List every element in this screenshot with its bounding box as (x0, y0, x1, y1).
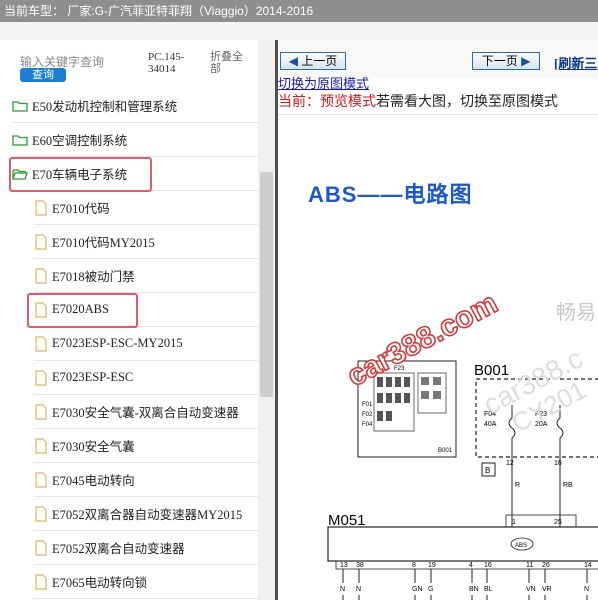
bottom-wire-0: N (340, 586, 345, 593)
refresh-link[interactable]: [刷新三 (554, 53, 597, 72)
fuse-f04-rating: 40A (484, 421, 497, 428)
highlight-box-e7020abs (27, 293, 138, 328)
diagram-preview[interactable]: ABS——电路图 F23 F01 F02 F04 B001 B001 F04 4… (278, 114, 598, 600)
search-button[interactable]: 查询 (20, 68, 66, 82)
b001-label: B001 (474, 362, 509, 379)
bottom-wire-8: N (584, 586, 589, 593)
bottom-pin-1: 38 (356, 562, 364, 569)
tree-folder-label: E50发动机控制和管理系统 (32, 100, 178, 114)
tree-file-e7065[interactable]: E7065电动转向锁 (34, 565, 258, 599)
mode-hint: 若需看大图，切换至原图模式 (376, 95, 558, 110)
bottom-wire-4: BN (469, 586, 479, 593)
fuse-box-label-1: F02 (362, 412, 373, 418)
tree-file-label: E7052双离合器自动变速器MY2015 (52, 508, 243, 522)
file-icon (35, 369, 47, 386)
tree-file-label: E7023ESP-ESC (52, 370, 134, 384)
toolbar-strip (0, 22, 598, 40)
circuit-diagram: F23 F01 F02 F04 B001 B001 F04 40A F23 20… (327, 286, 598, 600)
bottom-pin-0: 13 (340, 562, 348, 569)
prev-page-label: 上一页 (301, 54, 338, 68)
tree-file-label: E7065电动转向锁 (52, 576, 148, 590)
watermark-2: 畅易 (556, 301, 596, 324)
tree-folder-e50[interactable]: E50发动机控制和管理系统 (12, 89, 258, 123)
pin-1-label: 1 (512, 519, 516, 526)
tree-folder-label: E60空调控制系统 (32, 134, 128, 148)
prev-page-button[interactable]: ◀ 上一页 (280, 52, 346, 70)
pin-16-label: 16 (554, 460, 562, 467)
tree-file-label: E7010代码MY2015 (52, 236, 155, 250)
bottom-pin-5: 16 (484, 562, 492, 569)
wire-r-label: R (515, 482, 520, 489)
tree-file-e7052-my2015[interactable]: E7052双离合器自动变速器MY2015 (34, 497, 258, 531)
bottom-pin-3: 19 (428, 562, 436, 569)
tree-file-e7010[interactable]: E7010代码 (34, 191, 258, 225)
file-icon (35, 403, 47, 420)
file-icon (35, 233, 47, 250)
highlight-box-e70 (9, 157, 152, 192)
page-nav: ◀ 上一页 下一页 ▶ [刷新三 (278, 40, 598, 78)
pc-code: PC.145-34014 (148, 51, 185, 75)
abs-chip-label: ABS (515, 543, 527, 549)
vehicle-header: 当前车型： 厂家:G-广汽菲亚特菲翔（Viaggio）2014-2016 (0, 0, 598, 22)
ground-b-label: B (485, 466, 490, 475)
file-icon (35, 539, 47, 556)
tree-folder-e60[interactable]: E60空调控制系统 (12, 123, 258, 157)
bottom-wire-5: BL (484, 586, 493, 593)
scrollbar-thumb[interactable] (260, 172, 273, 397)
tree-file-label: E7030安全气囊-双离合自动变速器 (52, 406, 239, 420)
file-icon (35, 335, 47, 352)
fuse-box-label-0: F01 (362, 402, 373, 408)
content-pane: ◀ 上一页 下一页 ▶ [刷新三 切换为原图模式 当前：预览模式若需看大图，切换… (278, 40, 598, 600)
next-page-button[interactable]: 下一页 ▶ (472, 52, 540, 70)
bottom-wire-6: VN (526, 586, 536, 593)
bottom-wire-1: N (356, 586, 361, 593)
tree-file-label: E7052双离合自动变速器 (52, 542, 185, 556)
bottom-pin-6: 11 (526, 562, 533, 569)
tree-file-e7045[interactable]: E7045电动转向 (34, 463, 258, 497)
pin-12-label: 12 (506, 460, 514, 467)
tree-file-label: E7018被动门禁 (52, 270, 135, 284)
folder-icon (12, 100, 28, 112)
pin-25-label: 25 (554, 519, 562, 526)
sidebar: 输入关键字查询 查询 PC.145-34014 折叠全部 E50发动机控制和管理… (0, 40, 258, 600)
tree-file-e7010-my2015[interactable]: E7010代码MY2015 (34, 225, 258, 259)
bottom-wire-7: VR (542, 586, 552, 593)
wire-rb-label: RB (563, 482, 573, 489)
bottom-wire-3: G (428, 586, 433, 593)
next-page-label: 下一页 (481, 54, 518, 68)
tree-file-e7023[interactable]: E7023ESP-ESC (34, 361, 258, 395)
folder-icon (12, 134, 28, 146)
bottom-pin-4: 4 (469, 562, 473, 569)
fuse-box-label-2: F04 (362, 422, 373, 428)
mode-status: 当前：预览模式若需看大图，切换至原图模式 (278, 91, 558, 111)
switch-to-original-link[interactable]: 切换为原图模式 (278, 77, 369, 90)
sidebar-scrollbar[interactable] (258, 40, 275, 600)
tree-file-e7018[interactable]: E7018被动门禁 (34, 259, 258, 293)
tree-file-e7023-my2015[interactable]: E7023ESP-ESC-MY2015 (34, 327, 258, 361)
file-icon (35, 573, 47, 590)
tree-file-label: E7010代码 (52, 202, 110, 216)
bottom-pin-7: 26 (542, 562, 550, 569)
file-icon (35, 471, 47, 488)
mode-current: 当前：预览模式 (278, 95, 376, 110)
next-arrow-icon: ▶ (521, 54, 531, 68)
tree-file-e7052[interactable]: E7052双离合自动变速器 (34, 531, 258, 565)
tree-file-e7030[interactable]: E7030安全气囊 (34, 429, 258, 463)
file-icon (35, 199, 47, 216)
tree-file-e7030-dct[interactable]: E7030安全气囊-双离合自动变速器 (34, 395, 258, 429)
bottom-wire-2: GN (412, 586, 423, 593)
tree-file-label: E7030安全气囊 (52, 440, 135, 454)
fuse-box-b001-label: B001 (438, 448, 453, 454)
file-icon (35, 505, 47, 522)
file-icon (35, 437, 47, 454)
prev-arrow-icon: ◀ (288, 54, 298, 68)
bottom-pin-8: 14 (584, 562, 592, 569)
collapse-all-button[interactable]: 折叠全部 (210, 51, 250, 75)
search-area: 输入关键字查询 查询 PC.145-34014 折叠全部 (0, 40, 258, 86)
bottom-pin-2: 8 (412, 562, 416, 569)
tree-file-label: E7023ESP-ESC-MY2015 (52, 336, 183, 350)
tree-file-label: E7045电动转向 (52, 474, 135, 488)
file-icon (35, 267, 47, 284)
